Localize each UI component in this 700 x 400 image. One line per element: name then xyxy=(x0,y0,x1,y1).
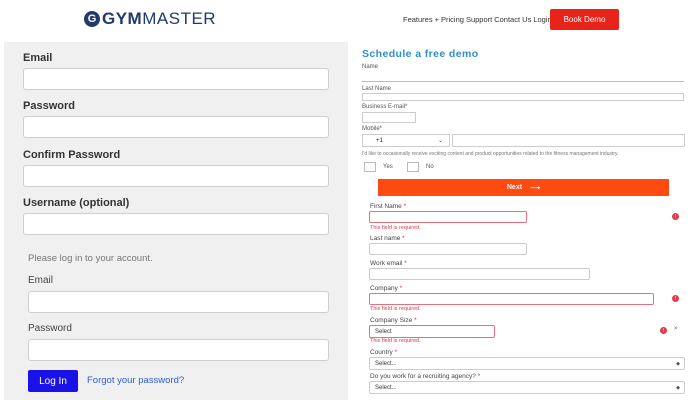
company-size-error: This field is required. xyxy=(370,338,421,344)
mobile-number-input[interactable] xyxy=(452,134,685,147)
nav-separator: + xyxy=(434,15,439,24)
error-icon: ! xyxy=(660,327,667,334)
username-input[interactable] xyxy=(23,213,329,235)
company-size-select[interactable]: Select xyxy=(369,325,495,338)
last-name2-input[interactable] xyxy=(369,243,527,255)
signup-password-input[interactable] xyxy=(23,116,329,138)
signup-password-label: Password xyxy=(23,100,75,112)
business-email-input[interactable] xyxy=(362,112,416,123)
first-name-label: First Name * xyxy=(370,203,407,210)
nav-login[interactable]: Login xyxy=(533,15,551,24)
nav-contact[interactable]: Contact Us xyxy=(494,15,531,24)
name-label: Name xyxy=(362,64,379,70)
login-intro-text: Please log in to your account. xyxy=(28,253,153,264)
schedule-demo-title: Schedule a free demo xyxy=(362,48,479,60)
top-header: G GYMMASTER Features + Pricing Support C… xyxy=(0,0,700,42)
first-name-error: This field is required. xyxy=(370,225,421,231)
nav-features[interactable]: Features xyxy=(403,15,433,24)
company-size-label: Company Size * xyxy=(370,317,417,324)
consent-no-label: No xyxy=(426,164,434,170)
confirm-password-input[interactable] xyxy=(23,165,329,187)
recruiting-select[interactable]: Select... ◆ xyxy=(369,381,685,394)
chevron-down-icon: ◆ xyxy=(676,385,680,391)
gymmaster-logo[interactable]: G GYMMASTER xyxy=(84,9,216,29)
name-input[interactable] xyxy=(362,72,684,82)
forgot-password-link[interactable]: Forgot your password? xyxy=(87,375,184,386)
company-error: This field is required. xyxy=(370,306,421,312)
next-button-label: Next xyxy=(506,184,523,191)
country-select[interactable]: Select... ◆ xyxy=(369,357,685,370)
clear-icon[interactable]: × xyxy=(674,326,678,332)
business-email-label: Business E-mail* xyxy=(362,104,408,110)
chevron-down-icon: ⌄ xyxy=(437,138,443,144)
login-button[interactable]: Log In xyxy=(28,370,78,392)
book-demo-button[interactable]: Book Demo xyxy=(550,9,619,30)
work-email-input[interactable] xyxy=(369,268,590,280)
next-button[interactable]: Next ⟶ xyxy=(378,179,669,196)
consent-no-checkbox[interactable] xyxy=(407,162,419,172)
consent-yes-checkbox[interactable] xyxy=(364,162,376,172)
username-label: Username (optional) xyxy=(23,197,130,209)
nav-support[interactable]: Support xyxy=(466,15,492,24)
mobile-country-select[interactable]: +1 ⌄ xyxy=(362,134,450,147)
page: G GYMMASTER Features + Pricing Support C… xyxy=(0,0,700,400)
last-name2-label: Last name * xyxy=(370,235,405,242)
signup-email-label: Email xyxy=(23,52,53,64)
first-name-input[interactable] xyxy=(369,211,527,223)
chevron-down-icon: ◆ xyxy=(676,361,680,367)
login-password-input[interactable] xyxy=(28,339,329,361)
signup-email-input[interactable] xyxy=(23,68,329,90)
last-name-input[interactable] xyxy=(362,93,684,101)
logo-mark-icon: G xyxy=(84,11,100,27)
top-nav: Features + Pricing Support Contact Us Lo… xyxy=(403,15,552,24)
country-label: Country * xyxy=(370,349,398,356)
consent-yes-label: Yes xyxy=(383,164,393,170)
login-password-label: Password xyxy=(28,323,72,334)
mobile-label: Mobile* xyxy=(362,126,383,132)
login-email-label: Email xyxy=(28,275,54,286)
arrow-right-icon: ⟶ xyxy=(530,184,541,192)
error-icon: ! xyxy=(672,295,679,302)
error-icon: ! xyxy=(672,213,679,220)
last-name-label: Last Name xyxy=(362,86,392,92)
logo-text: GYMMASTER xyxy=(102,9,217,28)
consent-text: I'd like to occasionally receive excitin… xyxy=(362,151,619,157)
recruiting-label: Do you work for a recruiting agency? * xyxy=(370,373,481,380)
nav-pricing[interactable]: Pricing xyxy=(441,15,464,24)
login-email-input[interactable] xyxy=(28,291,329,313)
company-input[interactable] xyxy=(369,293,654,305)
work-email-label: Work email * xyxy=(370,260,407,267)
mobile-code: +1 xyxy=(376,137,383,144)
confirm-password-label: Confirm Password xyxy=(23,149,121,161)
company-label: Company * xyxy=(370,285,403,292)
